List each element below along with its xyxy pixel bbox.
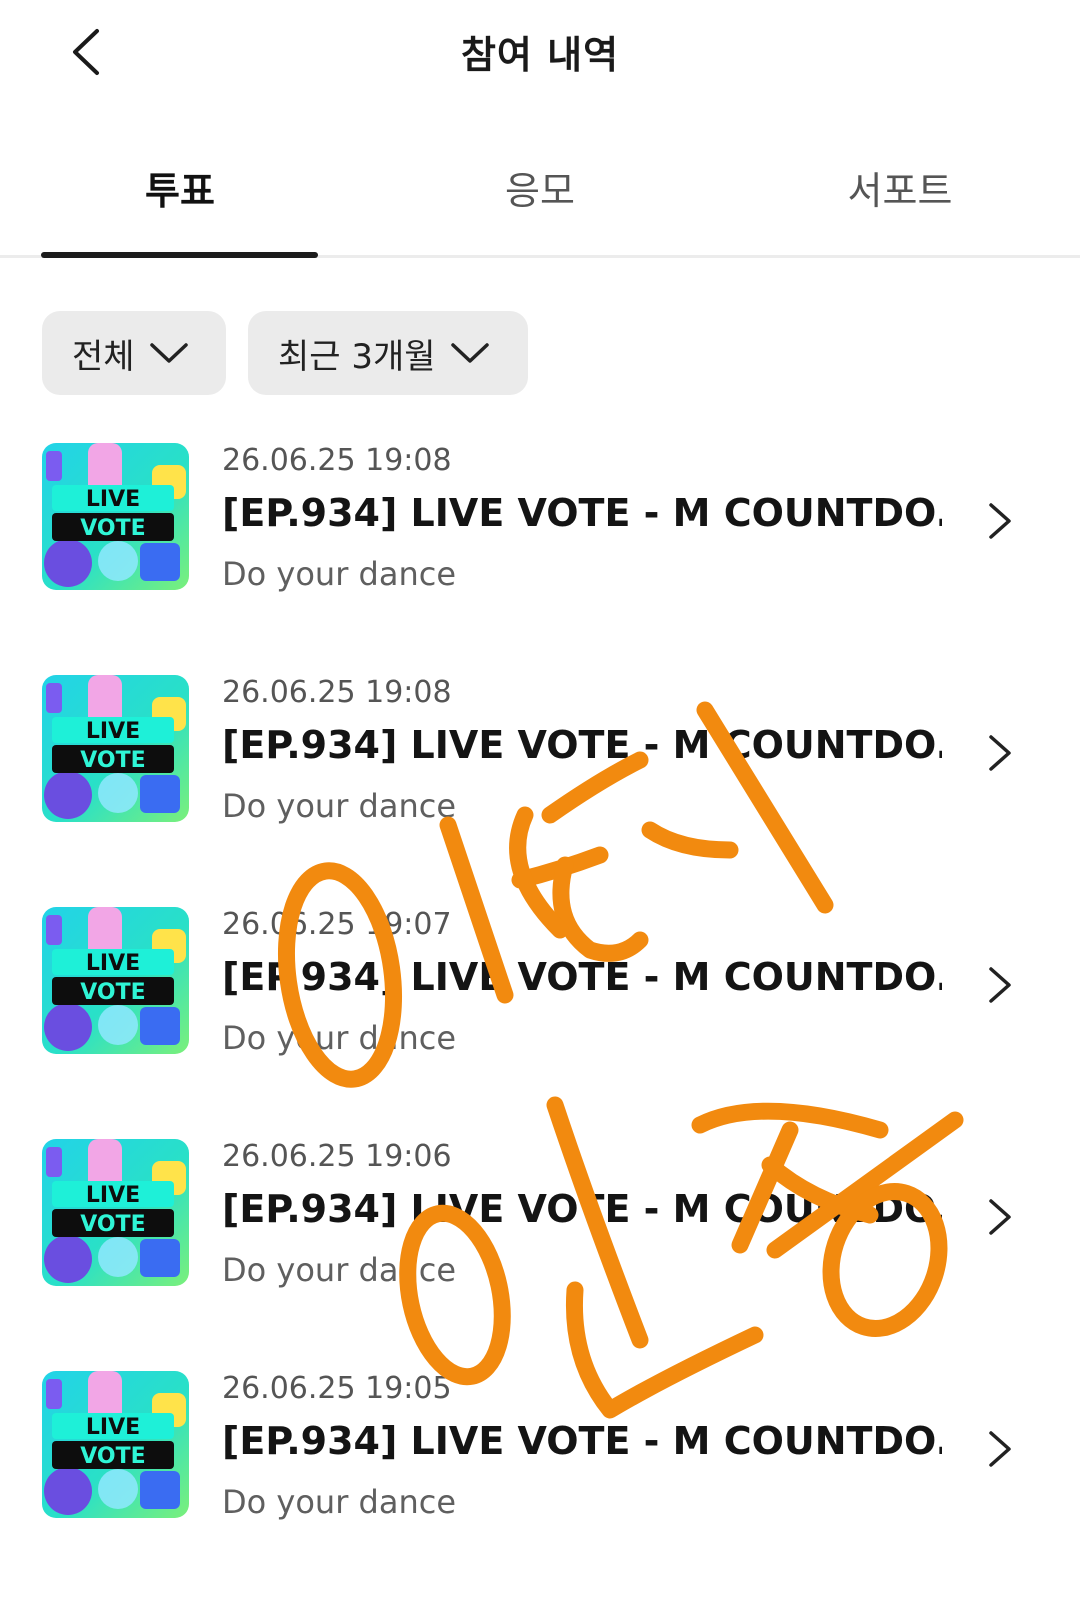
chevron-down-icon — [450, 333, 490, 373]
item-title: [EP.934] LIVE VOTE - M COUNTDO... — [222, 491, 942, 535]
thumbnail-line-live: LIVE — [86, 487, 140, 512]
active-tab-indicator — [41, 252, 318, 258]
item-subtitle: Do your dance — [222, 787, 456, 825]
tab-entry[interactable]: 응모 — [360, 160, 720, 215]
chevron-down-icon — [149, 333, 189, 373]
chevron-right-icon — [985, 733, 1015, 773]
period-filter-label: 최근 3개월 — [278, 336, 436, 377]
item-subtitle: Do your dance — [222, 555, 456, 593]
period-filter-dropdown[interactable]: 최근 3개월 — [248, 311, 528, 395]
tab-bar: 투표 응모 서포트 — [0, 140, 1080, 258]
item-subtitle: Do your dance — [222, 1483, 456, 1521]
chevron-right-icon — [985, 1197, 1015, 1237]
live-vote-thumbnail: LIVE VOTE — [42, 675, 189, 822]
vote-history-item[interactable]: LIVE VOTE 26.06.25 19:05 [EP.934] LIVE V… — [0, 1371, 1080, 1571]
item-title: [EP.934] LIVE VOTE - M COUNTDO... — [222, 955, 942, 999]
thumbnail-line-live: LIVE — [86, 1415, 140, 1440]
item-date: 26.06.25 19:08 — [222, 675, 452, 710]
item-title: [EP.934] LIVE VOTE - M COUNTDO... — [222, 1187, 942, 1231]
live-vote-thumbnail: LIVE VOTE — [42, 443, 189, 590]
tab-support[interactable]: 서포트 — [720, 160, 1080, 215]
thumbnail-line-live: LIVE — [86, 1183, 140, 1208]
thumbnail-line-vote: VOTE — [80, 748, 145, 773]
item-title: [EP.934] LIVE VOTE - M COUNTDO... — [222, 723, 942, 767]
item-date: 26.06.25 19:06 — [222, 1139, 452, 1174]
thumbnail-line-vote: VOTE — [80, 516, 145, 541]
item-date: 26.06.25 19:07 — [222, 907, 452, 942]
category-filter-dropdown[interactable]: 전체 — [42, 311, 226, 395]
vote-history-item[interactable]: LIVE VOTE 26.06.25 19:08 [EP.934] LIVE V… — [0, 443, 1080, 643]
item-date: 26.06.25 19:08 — [222, 443, 452, 478]
category-filter-label: 전체 — [72, 336, 135, 377]
thumbnail-line-vote: VOTE — [80, 1444, 145, 1469]
item-subtitle: Do your dance — [222, 1251, 456, 1289]
chevron-right-icon — [985, 965, 1015, 1005]
live-vote-thumbnail: LIVE VOTE — [42, 907, 189, 1054]
thumbnail-line-vote: VOTE — [80, 980, 145, 1005]
item-date: 26.06.25 19:05 — [222, 1371, 452, 1406]
chevron-right-icon — [985, 501, 1015, 541]
item-title: [EP.934] LIVE VOTE - M COUNTDO... — [222, 1419, 942, 1463]
vote-history-item[interactable]: LIVE VOTE 26.06.25 19:06 [EP.934] LIVE V… — [0, 1139, 1080, 1339]
participation-history-screen: 참여 내역 투표 응모 서포트 전체 최근 3개월 LIVE VOTE 26.0… — [0, 0, 1080, 1607]
vote-history-item[interactable]: LIVE VOTE 26.06.25 19:07 [EP.934] LIVE V… — [0, 907, 1080, 1107]
header: 참여 내역 — [0, 0, 1080, 110]
page-title: 참여 내역 — [460, 33, 620, 77]
thumbnail-line-vote: VOTE — [80, 1212, 145, 1237]
chevron-right-icon — [985, 1429, 1015, 1469]
thumbnail-line-live: LIVE — [86, 719, 140, 744]
tab-vote[interactable]: 투표 — [0, 160, 360, 215]
item-subtitle: Do your dance — [222, 1019, 456, 1057]
live-vote-thumbnail: LIVE VOTE — [42, 1139, 189, 1286]
thumbnail-line-live: LIVE — [86, 951, 140, 976]
vote-history-item[interactable]: LIVE VOTE 26.06.25 19:08 [EP.934] LIVE V… — [0, 675, 1080, 875]
live-vote-thumbnail: LIVE VOTE — [42, 1371, 189, 1518]
